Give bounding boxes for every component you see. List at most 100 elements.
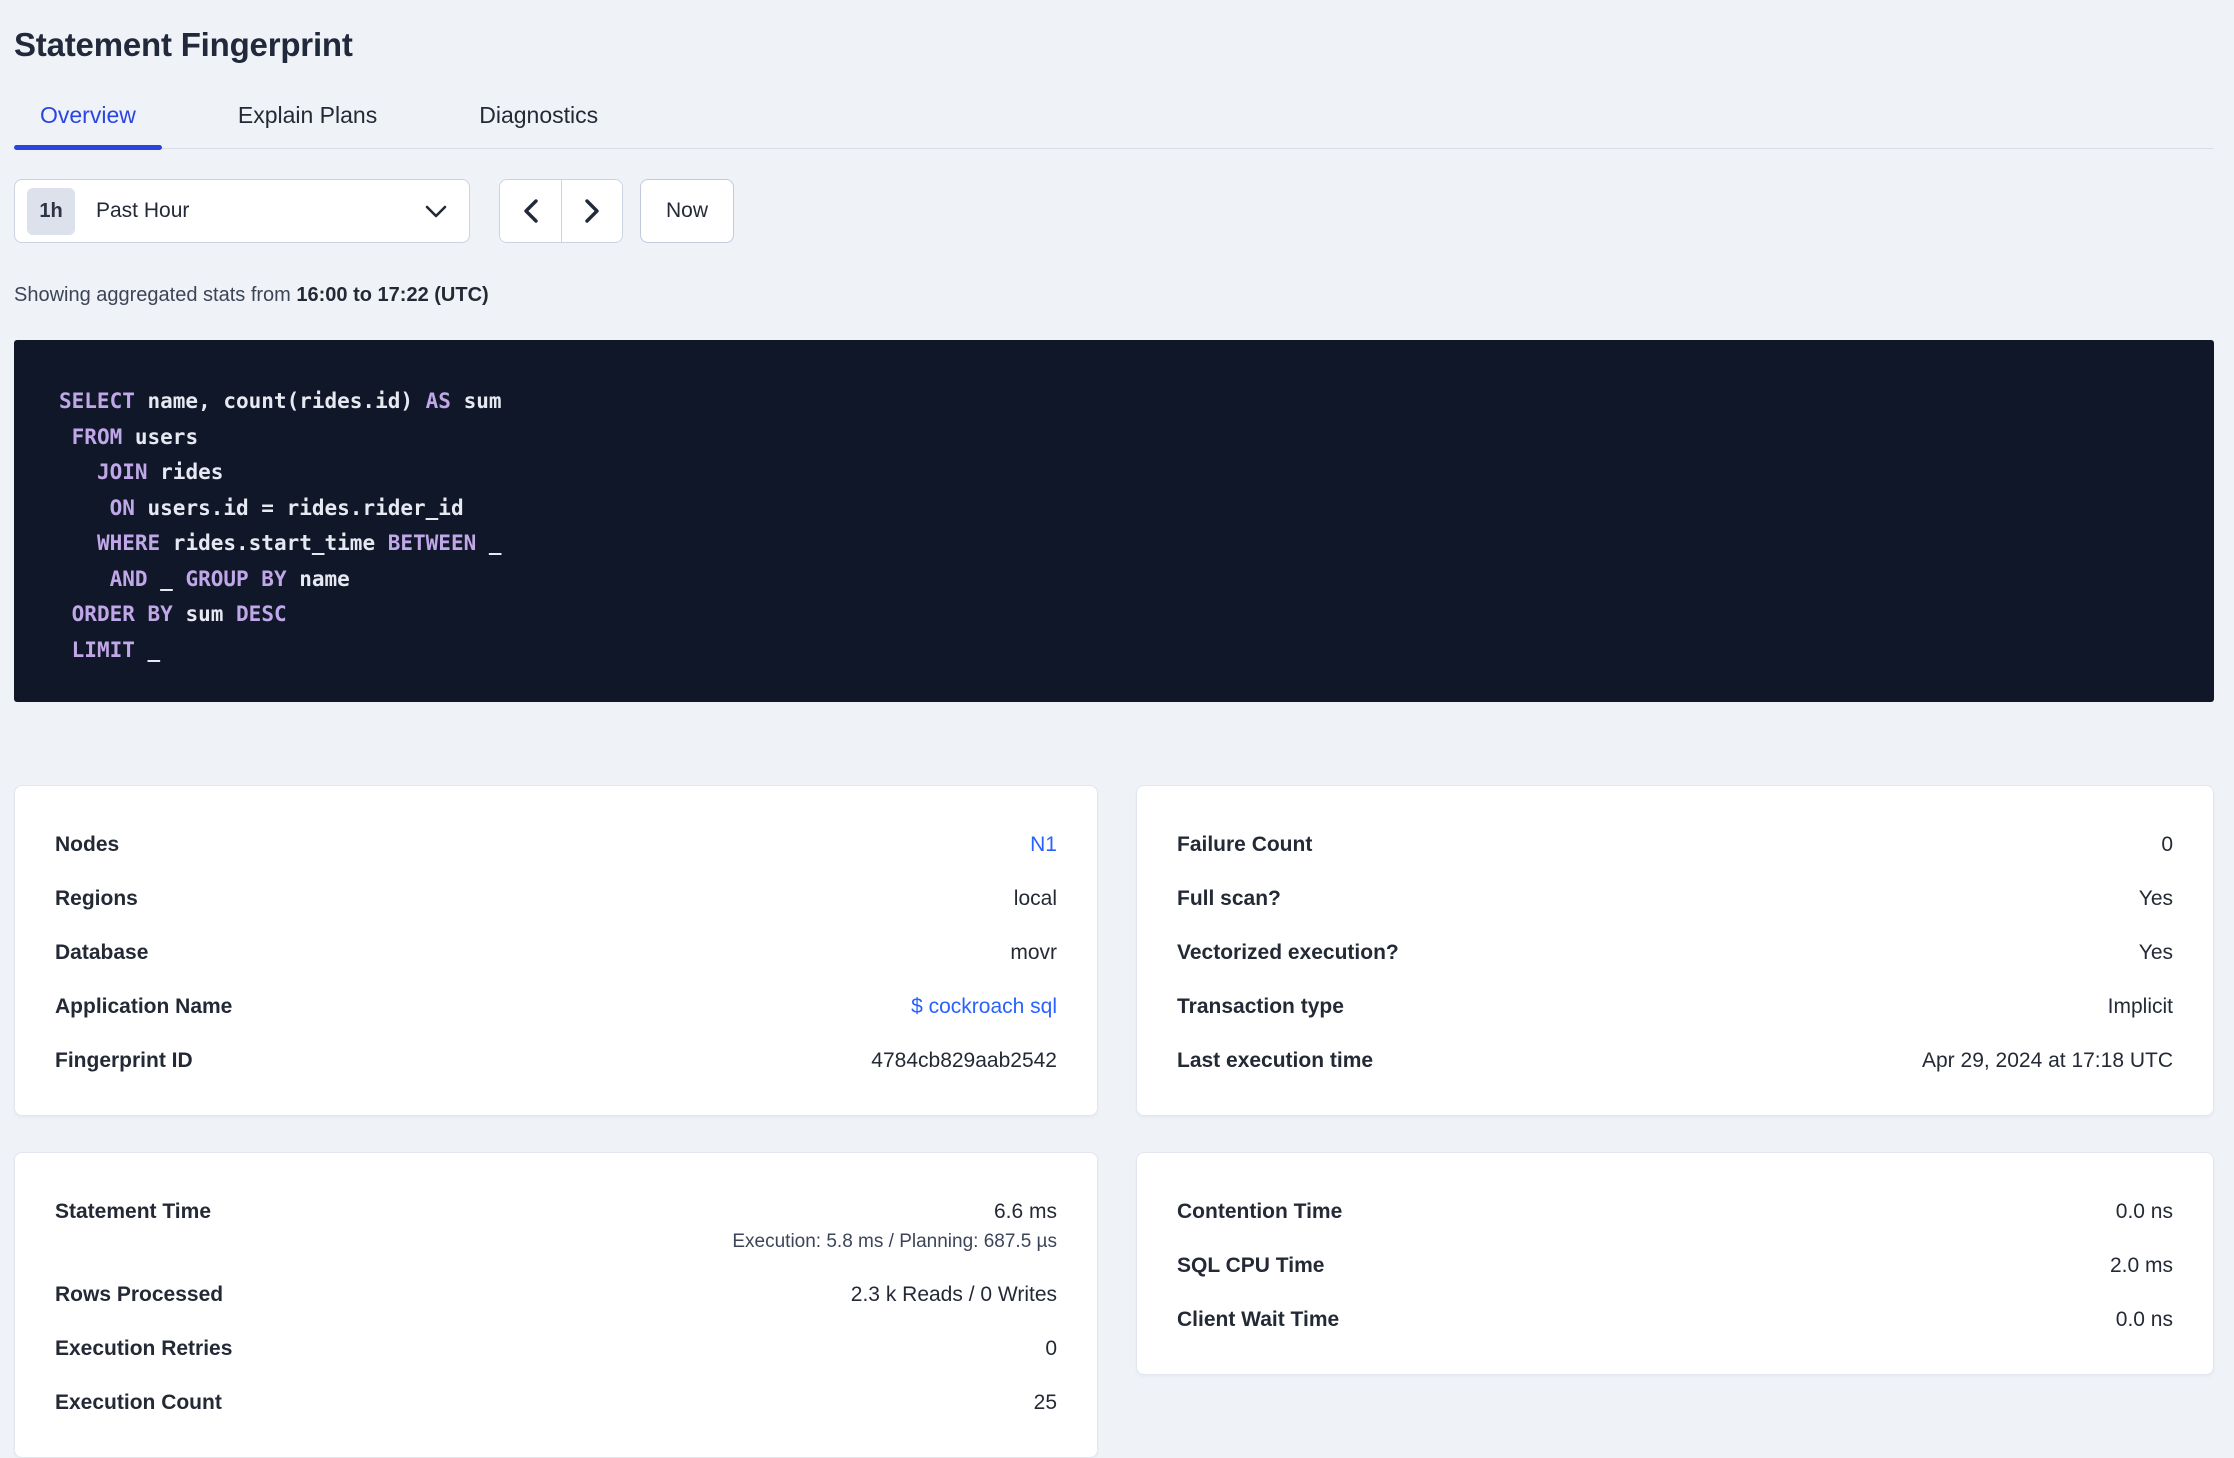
sql-text: _: [476, 531, 502, 555]
page-title: Statement Fingerprint: [14, 26, 353, 63]
chevron-right-icon: [585, 199, 599, 223]
sql-keyword: WHERE: [96, 531, 161, 555]
stat-value-link[interactable]: N1: [1030, 831, 1057, 859]
time-toolbar: 1h Past Hour Now: [14, 179, 2214, 243]
stat-value-wrap: local: [1014, 885, 1057, 913]
stat-value: local: [1013, 887, 1057, 910]
sql-keyword: GROUP BY: [185, 566, 287, 591]
stat-row: Last execution time Apr 29, 2024 at 17:18…: [1177, 1047, 2173, 1075]
stat-value-wrap: $ cockroach sql: [911, 993, 1057, 1021]
sql-line: AND _ GROUP BY name: [59, 562, 2184, 598]
stat-value: Yes: [2138, 887, 2173, 910]
sql-text: users: [122, 424, 199, 449]
stat-value-wrap: movr: [1010, 939, 1057, 967]
stat-value-wrap: Implicit: [2108, 993, 2173, 1021]
next-time-window-button[interactable]: [561, 180, 622, 242]
time-window-arrows: [499, 179, 623, 243]
sql-text: users.id = rides.rider_id: [134, 495, 464, 520]
stat-value-wrap: 0: [2161, 831, 2173, 859]
sql-keyword: AND: [109, 566, 148, 591]
sql-text: _: [134, 637, 161, 662]
stat-label: Full scan?: [1177, 887, 1281, 910]
stat-row: Database movr: [55, 939, 1057, 967]
sql-text: name: [286, 566, 350, 591]
stat-label: Vectorized execution?: [1177, 941, 1399, 964]
stat-value-link[interactable]: $ cockroach sql: [911, 993, 1057, 1021]
stat-value: 25: [1033, 1391, 1057, 1414]
stat-value-wrap: 0: [1045, 1335, 1057, 1363]
stat-value: 0: [2161, 833, 2173, 856]
stat-value-wrap: 0.0 ns: [2116, 1306, 2173, 1334]
stat-subvalue: Execution: 5.8 ms / Planning: 687.5 µs: [732, 1231, 1057, 1252]
sql-text: rides.start_time: [160, 531, 388, 555]
tab-diagnostics[interactable]: Diagnostics: [453, 102, 624, 148]
stat-value: Implicit: [2107, 995, 2173, 1018]
stat-value-wrap: 0.0 ns: [2116, 1198, 2173, 1226]
sql-keyword: AS: [425, 389, 451, 413]
stat-value-wrap: 2.0 ms: [2110, 1252, 2173, 1280]
stat-row: SQL CPU Time 2.0 ms: [1177, 1252, 2173, 1280]
interval-label: Past Hour: [96, 199, 190, 222]
execution-attributes-card: Failure Count 0 Full scan? Yes Vectorized ex…: [1136, 785, 2214, 1116]
stat-value-wrap: 25: [1034, 1389, 1057, 1417]
stat-label: Regions: [55, 887, 138, 910]
stat-row: Execution Count 25: [55, 1389, 1057, 1417]
statement-fingerprint-page: Statement Fingerprint Overview Explain Pl…: [0, 0, 2234, 1458]
stat-row: Vectorized execution? Yes: [1177, 939, 2173, 967]
sql-line: SELECT name, count(rides.id) AS sum: [59, 384, 2184, 420]
stat-label: Client Wait Time: [1177, 1308, 1340, 1331]
stat-value: 2.0 ms: [2109, 1254, 2173, 1277]
stat-value: 0.0 ns: [2115, 1200, 2173, 1223]
statement-details-card: Nodes N1 Regions local Database movr Applicati…: [14, 785, 1098, 1116]
now-button[interactable]: Now: [640, 179, 734, 243]
sql-line: FROM users: [59, 420, 2184, 456]
stat-label: Application Name: [55, 995, 233, 1018]
sql-text: name, count(rides.id): [134, 389, 426, 413]
chevron-down-icon: [425, 205, 447, 218]
sql-keyword: ON: [109, 495, 135, 520]
stat-value: 0.0 ns: [2115, 1308, 2173, 1331]
sql-keyword: DESC: [236, 602, 287, 626]
sql-text: sum: [450, 389, 502, 413]
stat-label: Statement Time: [55, 1200, 211, 1223]
sql-line: WHERE rides.start_time BETWEEN _: [59, 526, 2184, 562]
chevron-left-icon: [523, 199, 538, 223]
stat-value-wrap: Apr 29, 2024 at 17:18 UTC: [1922, 1047, 2173, 1075]
stat-value: 4784cb829aab2542: [871, 1049, 1057, 1072]
stat-row: Nodes N1: [55, 831, 1057, 859]
stat-value-wrap: 2.3 k Reads / 0 Writes: [851, 1281, 1057, 1309]
stat-row: Failure Count 0: [1177, 831, 2173, 859]
sql-text: rides: [147, 460, 224, 484]
stat-row: Transaction type Implicit: [1177, 993, 2173, 1021]
stats-time-range: 16:00 to 17:22 (UTC): [296, 284, 489, 306]
stat-value: 6.6 ms: [993, 1200, 1057, 1223]
tab-explain-plans[interactable]: Explain Plans: [212, 102, 403, 148]
execution-stats-card: Statement Time 6.6 ms Execution: 5.8 ms / …: [14, 1152, 1098, 1458]
time-interval-picker[interactable]: 1h Past Hour: [14, 179, 470, 243]
sql-keyword: FROM: [71, 424, 123, 449]
sql-text: _: [147, 566, 186, 591]
stat-label: Transaction type: [1177, 995, 1344, 1018]
sql-line: ON users.id = rides.rider_id: [59, 491, 2184, 527]
previous-time-window-button[interactable]: [500, 180, 561, 242]
stat-value: Apr 29, 2024 at 17:18 UTC: [1922, 1049, 2173, 1072]
stat-label: Last execution time: [1177, 1049, 1374, 1072]
stat-value: 2.3 k Reads / 0 Writes: [850, 1283, 1057, 1306]
stat-row: Contention Time 0.0 ns: [1177, 1198, 2173, 1226]
timing-stats-card: Contention Time 0.0 ns SQL CPU Time 2.0 ms C…: [1136, 1152, 2214, 1375]
stat-value-wrap: Yes: [2139, 939, 2173, 967]
sql-statement-box: SELECT name, count(rides.id) AS sum FROM…: [14, 340, 2214, 702]
stat-value-wrap: 6.6 ms Execution: 5.8 ms / Planning: 687.…: [732, 1198, 1057, 1255]
sql-keyword: BETWEEN: [387, 531, 477, 555]
stat-label: Rows Processed: [55, 1283, 224, 1306]
stat-row: Full scan? Yes: [1177, 885, 2173, 913]
stat-row: Statement Time 6.6 ms Execution: 5.8 ms / …: [55, 1198, 1057, 1255]
interval-badge: 1h: [27, 187, 75, 235]
stat-label: Database: [55, 941, 149, 964]
tab-overview[interactable]: Overview: [14, 102, 162, 150]
